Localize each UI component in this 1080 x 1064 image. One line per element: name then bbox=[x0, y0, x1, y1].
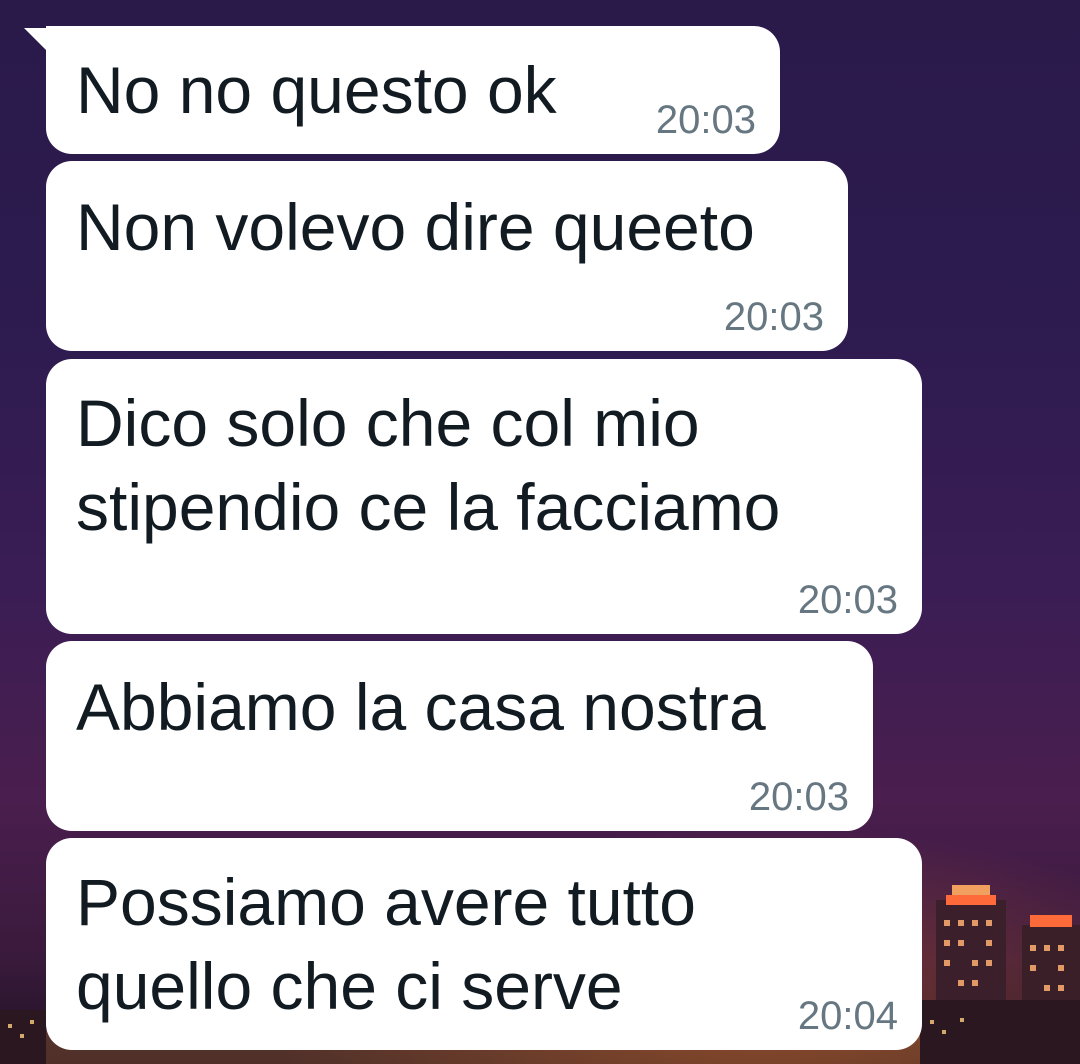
message-text: Dico solo che col mio stipendio ce la fa… bbox=[76, 386, 781, 544]
message-bubble[interactable]: Abbiamo la casa nostra 20:03 bbox=[46, 641, 873, 831]
message-bubble[interactable]: Non volevo dire queeto 20:03 bbox=[46, 161, 848, 351]
message-text: Non volevo dire queeto bbox=[76, 190, 755, 264]
message-time: 20:03 bbox=[723, 295, 824, 339]
message-time: 20:04 bbox=[797, 994, 898, 1038]
message-time: 20:03 bbox=[655, 98, 756, 142]
message-bubble[interactable]: No no questo ok 20:03 bbox=[46, 26, 780, 154]
message-text: Possiamo avere tutto quello che ci serve bbox=[76, 865, 696, 1023]
message-text: Abbiamo la casa nostra bbox=[76, 670, 766, 744]
message-bubble[interactable]: Dico solo che col mio stipendio ce la fa… bbox=[46, 359, 922, 634]
message-time: 20:03 bbox=[797, 578, 898, 622]
message-text: No no questo ok bbox=[76, 53, 557, 127]
chat-message-list[interactable]: No no questo ok 20:03 Non volevo dire qu… bbox=[0, 0, 1080, 1064]
message-time: 20:03 bbox=[748, 775, 849, 819]
message-bubble[interactable]: Possiamo avere tutto quello che ci serve… bbox=[46, 838, 922, 1050]
